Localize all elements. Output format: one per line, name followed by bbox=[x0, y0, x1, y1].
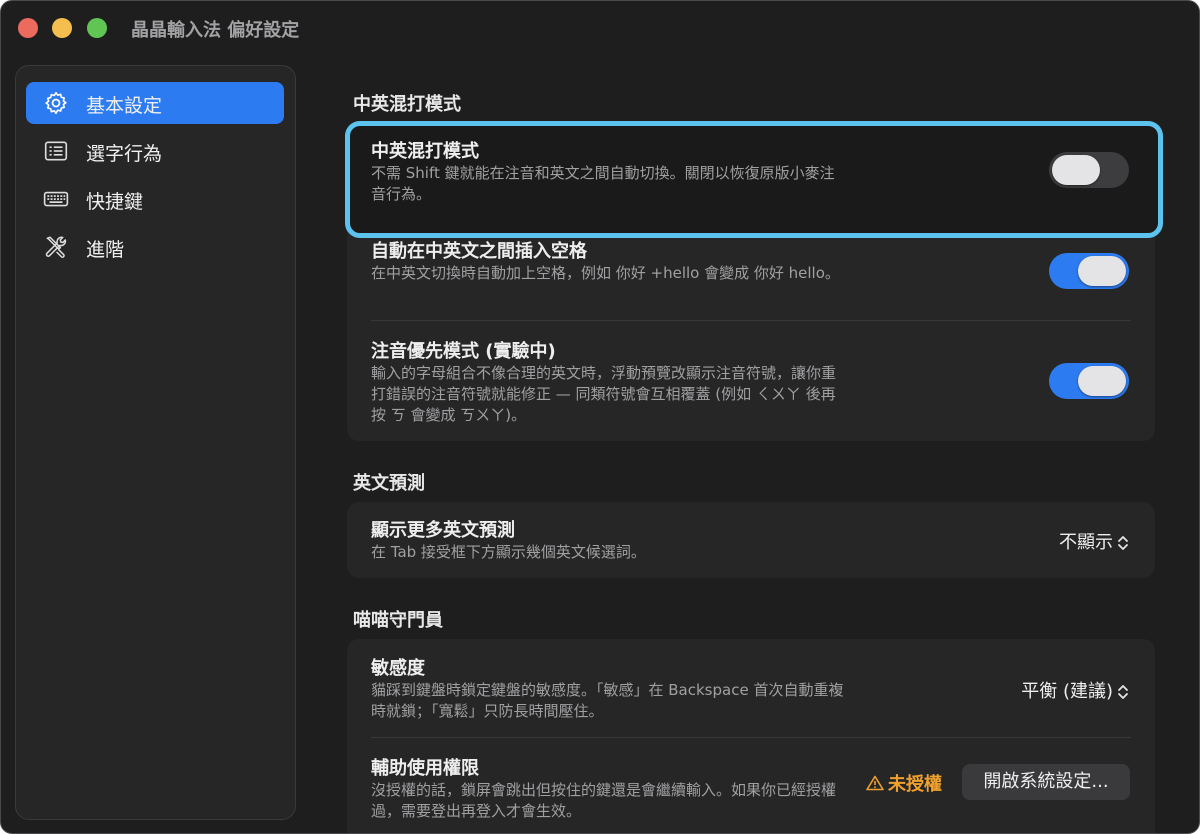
section-title-gatekeeper: 喵喵守門員 bbox=[353, 610, 443, 631]
toggle-knob bbox=[1052, 155, 1100, 185]
row-title: 輔助使用權限 bbox=[371, 758, 479, 779]
settings-row-accessibility: 輔助使用權限 沒授權的話，鎖屏會跳出但按住的鍵還是會繼續輸入。如果你已經授權過，… bbox=[347, 639, 1155, 833]
row-title: 顯示更多英文預測 bbox=[371, 520, 515, 541]
warning-icon bbox=[866, 775, 884, 791]
row-description: 在中英文切換時自動加上空格，例如 你好 +hello 會變成 你好 hello。 bbox=[371, 264, 840, 282]
mixed-mode-toggle[interactable] bbox=[1049, 152, 1129, 188]
prediction-count-popup[interactable]: 不顯示 bbox=[1059, 528, 1129, 554]
section-title-english: 英文預測 bbox=[353, 473, 425, 494]
sidebar-item-label: 基本設定 bbox=[86, 95, 163, 117]
row-title: 自動在中英文之間插入空格 bbox=[371, 241, 587, 262]
auto-space-toggle[interactable] bbox=[1049, 253, 1129, 289]
row-description: 在 Tab 接受框下方顯示幾個英文候選詞。 bbox=[371, 543, 646, 561]
settings-row-more-predictions: 顯示更多英文預測 在 Tab 接受框下方顯示幾個英文候選詞。 不顯示 bbox=[347, 502, 1155, 578]
chevron-up-down-icon bbox=[1118, 536, 1128, 550]
list-icon bbox=[44, 141, 68, 161]
row-title: 注音優先模式 (實驗中) bbox=[371, 341, 556, 362]
row-description: 沒授權的話，鎖屏會跳出但按住的鍵還是會繼續輸入。如果你已經授權過，需要登出再登入… bbox=[371, 781, 837, 820]
row-description: 不需 Shift 鍵就能在注音和英文之間自動切換。關閉以恢復原版小麥注音行為。 bbox=[371, 164, 835, 203]
toggle-knob bbox=[1078, 366, 1126, 396]
title-bar: 晶晶輸入法 偏好設定 bbox=[1, 1, 1199, 55]
sidebar: 基本設定 選字行為 快捷鍵 進階 bbox=[15, 65, 296, 820]
minimize-window-button[interactable] bbox=[52, 18, 72, 38]
sidebar-item-advanced[interactable]: 進階 bbox=[26, 226, 284, 268]
open-system-settings-button[interactable]: 開啟系統設定... bbox=[962, 764, 1130, 800]
tools-icon bbox=[45, 236, 67, 258]
zhuyin-priority-toggle[interactable] bbox=[1049, 363, 1129, 399]
preferences-window: 晶晶輸入法 偏好設定 基本設定 選字行為 快捷鍵 進階 中英混打模式 自動在中英… bbox=[0, 0, 1200, 834]
sidebar-item-shortcuts[interactable]: 快捷鍵 bbox=[26, 178, 284, 220]
sidebar-item-candidates[interactable]: 選字行為 bbox=[26, 130, 284, 172]
gear-icon bbox=[45, 91, 67, 115]
sidebar-item-label: 選字行為 bbox=[86, 143, 163, 165]
row-description: 輸入的字母組合不像合理的英文時，浮動預覽改顯示注音符號，讓你重打錯誤的注音符號就… bbox=[371, 364, 837, 424]
settings-row-mixed-mode: 中英混打模式 不需 Shift 鍵就能在注音和英文之間自動切換。關閉以恢復原版小… bbox=[345, 121, 1163, 238]
sidebar-item-label: 快捷鍵 bbox=[86, 191, 144, 213]
row-title: 中英混打模式 bbox=[371, 141, 479, 162]
sidebar-item-basic[interactable]: 基本設定 bbox=[26, 82, 284, 124]
keyboard-icon bbox=[43, 191, 69, 207]
close-window-button[interactable] bbox=[18, 18, 38, 38]
status-text: 未授權 bbox=[888, 774, 942, 795]
gatekeeper-card: 敏感度 貓踩到鍵盤時鎖定鍵盤的敏感度。「敏感」在 Backspace 首次自動重… bbox=[347, 639, 1155, 833]
window-title: 晶晶輸入法 偏好設定 bbox=[131, 20, 300, 41]
authorization-status: 未授權 bbox=[866, 770, 942, 796]
section-title-mixed: 中英混打模式 bbox=[353, 94, 461, 115]
zoom-window-button[interactable] bbox=[87, 18, 107, 38]
settings-row-zhuyin-priority: 注音優先模式 (實驗中) 輸入的字母組合不像合理的英文時，浮動預覽改顯示注音符號… bbox=[347, 321, 1155, 441]
toggle-knob bbox=[1078, 256, 1126, 286]
english-prediction-card: 顯示更多英文預測 在 Tab 接受框下方顯示幾個英文候選詞。 不顯示 bbox=[347, 502, 1155, 578]
popup-value: 不顯示 bbox=[1059, 532, 1113, 553]
sidebar-item-label: 進階 bbox=[86, 239, 125, 261]
